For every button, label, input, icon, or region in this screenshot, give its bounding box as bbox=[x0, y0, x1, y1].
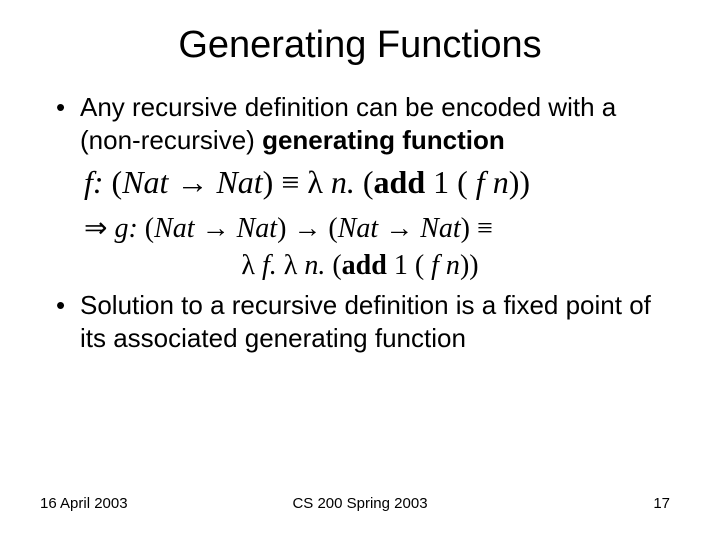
eq2-rparen2: ) bbox=[461, 213, 477, 244]
eq3-close: )) bbox=[460, 250, 479, 281]
eq1-add: add bbox=[374, 164, 426, 200]
arrow-icon: → bbox=[385, 213, 420, 244]
lambda-icon: λ bbox=[241, 250, 262, 281]
eq1-close: )) bbox=[509, 164, 530, 200]
eq3-n: n. bbox=[304, 250, 332, 281]
implies-icon: ⇒ bbox=[84, 213, 114, 244]
arrow-icon: → bbox=[202, 213, 237, 244]
eq3-add: add bbox=[342, 250, 387, 281]
eq1-nat2: Nat bbox=[216, 164, 262, 200]
eq1-lparen2: ( bbox=[363, 164, 374, 200]
eq1-rparen: ) bbox=[263, 164, 282, 200]
eq3-lparen: ( bbox=[332, 250, 341, 281]
bullet-item-2: Solution to a recursive definition is a … bbox=[50, 289, 670, 354]
eq2-nat2: Nat bbox=[237, 213, 277, 244]
eq3-fn: f n bbox=[431, 250, 460, 281]
bullet1-emph: generating function bbox=[262, 125, 505, 155]
slide-footer: 16 April 2003 CS 200 Spring 2003 17 bbox=[0, 495, 720, 512]
eq2-nat1: Nat bbox=[154, 213, 201, 244]
eq1-f: f: bbox=[84, 164, 112, 200]
lambda-icon: λ bbox=[284, 250, 305, 281]
eq1-n: n. bbox=[331, 164, 363, 200]
equation-1: f: (Nat → Nat) ≡ λ n. (add 1 ( f n)) bbox=[84, 162, 670, 204]
eq1-one: 1 ( bbox=[425, 164, 476, 200]
bullet-list: Any recursive definition can be encoded … bbox=[50, 91, 670, 156]
slide-title: Generating Functions bbox=[50, 24, 670, 67]
footer-course: CS 200 Spring 2003 bbox=[0, 495, 720, 512]
eq3-f: f. bbox=[262, 250, 284, 281]
eq2-rparen: ) bbox=[277, 213, 293, 244]
lambda-icon: λ bbox=[307, 164, 331, 200]
eq2-g: g: bbox=[114, 213, 144, 244]
eq1-nat1: Nat bbox=[122, 164, 176, 200]
bullet-item-1: Any recursive definition can be encoded … bbox=[50, 91, 670, 156]
equiv-icon: ≡ bbox=[477, 213, 493, 244]
slide: Generating Functions Any recursive defin… bbox=[0, 0, 720, 540]
eq2-nat4: Nat bbox=[420, 213, 460, 244]
eq2-lparen: ( bbox=[145, 213, 154, 244]
arrow-icon: → bbox=[176, 164, 216, 200]
arrow-icon: → bbox=[293, 213, 328, 244]
eq1-fn: f n bbox=[476, 164, 509, 200]
equation-3: λ f. λ n. (add 1 ( f n)) bbox=[50, 247, 670, 285]
eq3-one: 1 ( bbox=[387, 250, 431, 281]
equiv-icon: ≡ bbox=[281, 164, 307, 200]
equation-2: ⇒ g: (Nat → Nat) → (Nat → Nat) ≡ bbox=[84, 210, 670, 248]
bullet-list-2: Solution to a recursive definition is a … bbox=[50, 289, 670, 354]
eq2-lparen2: ( bbox=[328, 213, 337, 244]
eq1-lparen: ( bbox=[112, 164, 123, 200]
eq2-nat3: Nat bbox=[338, 213, 385, 244]
